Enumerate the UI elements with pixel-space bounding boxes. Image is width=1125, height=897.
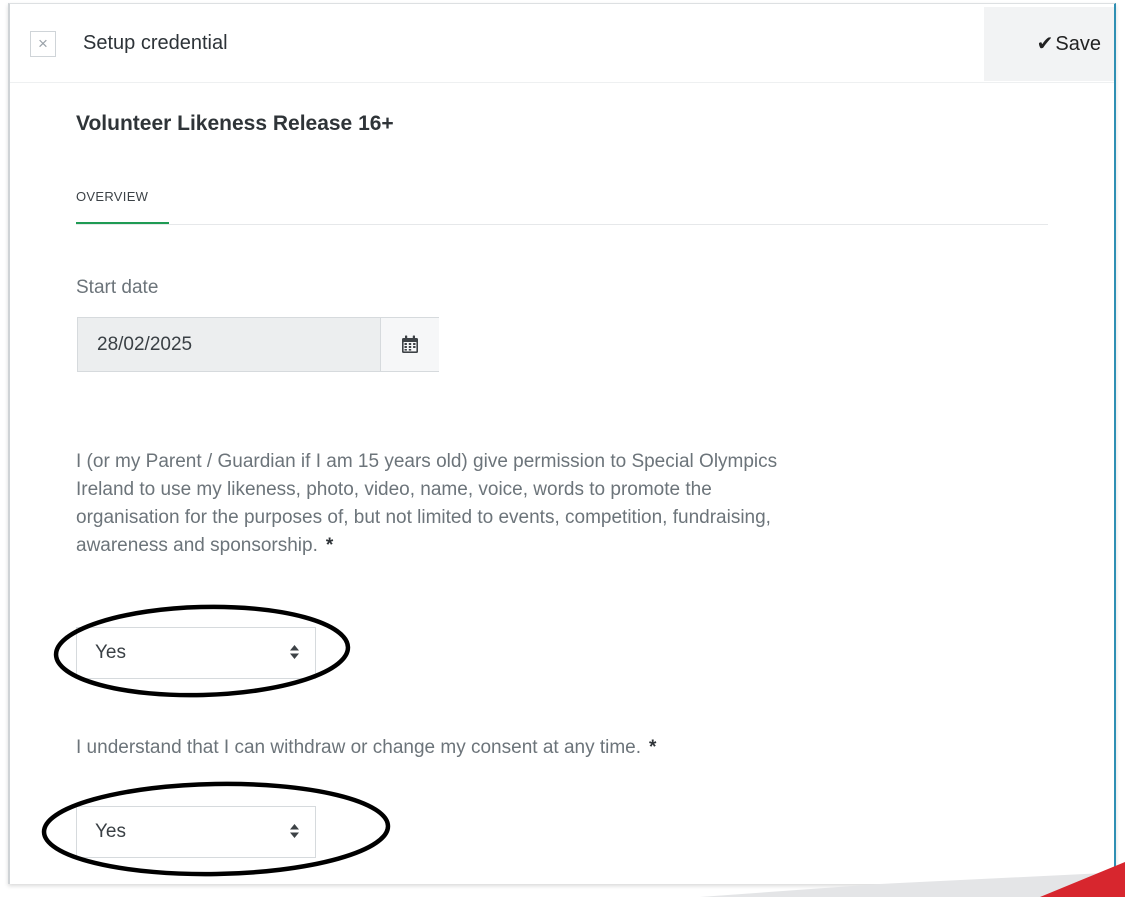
calendar-button[interactable] <box>380 318 439 371</box>
setup-credential-panel: × Setup credential ✔ Save Volunteer Liken… <box>8 3 1116 884</box>
check-icon: ✔ <box>1036 33 1054 55</box>
panel-header: × Setup credential ✔ Save <box>10 4 1114 83</box>
select-caret-icon <box>290 645 299 659</box>
screen: × Setup credential ✔ Save Volunteer Liken… <box>0 0 1125 897</box>
credential-title: Volunteer Likeness Release 16+ <box>76 112 394 135</box>
start-date-label: Start date <box>76 277 159 298</box>
panel-title: Setup credential <box>83 32 228 54</box>
likeness-permission-question: I (or my Parent / Guardian if I am 15 ye… <box>76 448 796 560</box>
select-value: Yes <box>95 642 126 663</box>
start-date-group <box>77 317 439 372</box>
withdraw-consent-select[interactable]: Yes <box>76 806 316 858</box>
likeness-permission-text: I (or my Parent / Guardian if I am 15 ye… <box>76 451 778 556</box>
tab-overview[interactable]: OVERVIEW <box>76 189 169 224</box>
close-button[interactable]: × <box>30 31 56 57</box>
select-caret-icon <box>290 824 299 838</box>
save-button[interactable]: ✔ Save <box>984 7 1114 81</box>
required-marker: * <box>325 535 334 556</box>
required-marker: * <box>649 737 657 758</box>
save-label: Save <box>1055 33 1101 55</box>
likeness-permission-select[interactable]: Yes <box>76 627 316 679</box>
close-icon: × <box>38 34 48 53</box>
tab-bar: OVERVIEW <box>76 184 1048 225</box>
start-date-input[interactable] <box>78 318 380 371</box>
select-value: Yes <box>95 821 126 842</box>
withdraw-consent-text: I understand that I can withdraw or chan… <box>76 737 642 758</box>
withdraw-consent-question: I understand that I can withdraw or chan… <box>76 734 796 762</box>
calendar-icon <box>402 335 418 353</box>
